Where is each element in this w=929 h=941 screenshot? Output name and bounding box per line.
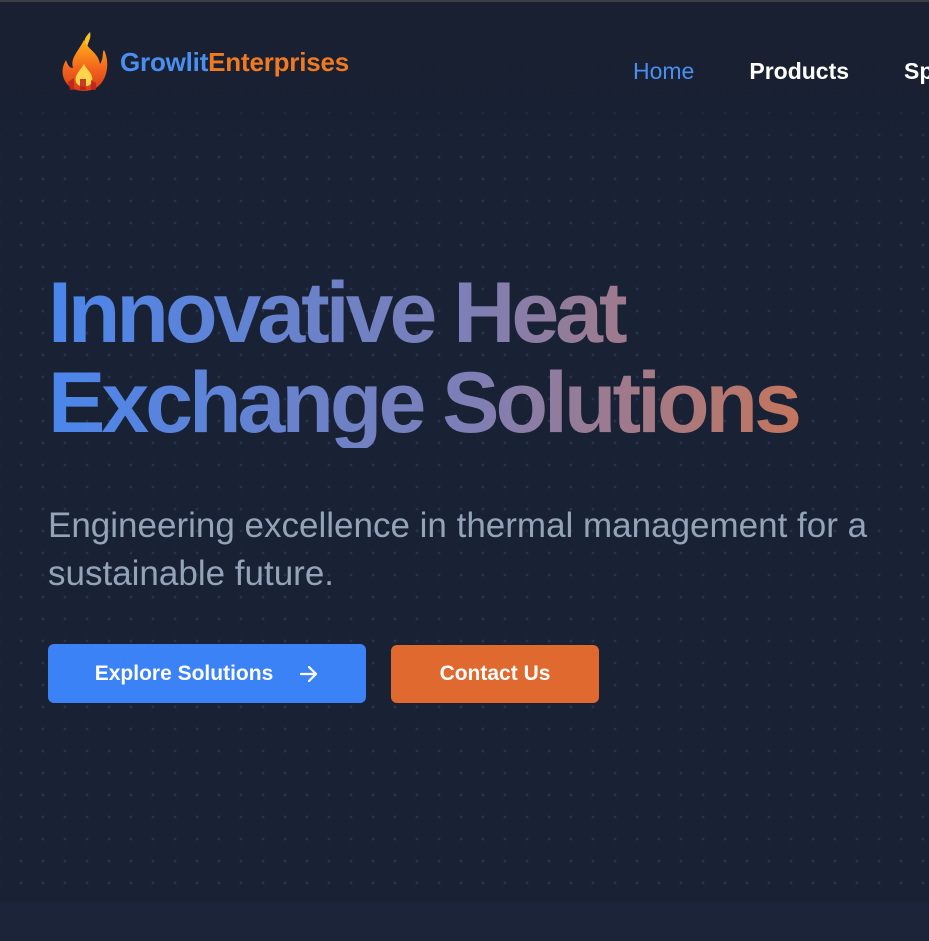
next-section-edge — [0, 902, 929, 941]
contact-us-button[interactable]: Contact Us — [391, 645, 599, 703]
page: GrowlitEnterprises Home Products Sp Inno… — [0, 0, 929, 941]
brand-name-part1: Growlit — [120, 46, 209, 77]
contact-us-label: Contact Us — [439, 662, 551, 685]
main-nav: Home Products Sp — [633, 58, 929, 85]
nav-item-products[interactable]: Products — [749, 58, 849, 85]
hero-headline-line2: Exchange Solutions — [48, 355, 798, 451]
arrow-right-icon — [300, 665, 318, 682]
brand-logo-link[interactable]: GrowlitEnterprises — [60, 30, 349, 94]
flame-logo-icon — [62, 32, 108, 91]
nav-item-truncated[interactable]: Sp — [904, 58, 929, 85]
brand-name-part2: Enterprises — [208, 46, 350, 77]
hero-headline: Innovative Heat Exchange Solutions — [48, 268, 928, 448]
nav-item-home[interactable]: Home — [633, 58, 694, 85]
explore-solutions-button[interactable]: Explore Solutions — [48, 644, 366, 703]
hero-headline-line1: Innovative Heat — [48, 265, 624, 361]
explore-solutions-label: Explore Solutions — [94, 661, 274, 685]
hero-subtitle: Engineering excellence in thermal manage… — [48, 506, 868, 593]
brand-name: GrowlitEnterprises — [120, 47, 349, 78]
